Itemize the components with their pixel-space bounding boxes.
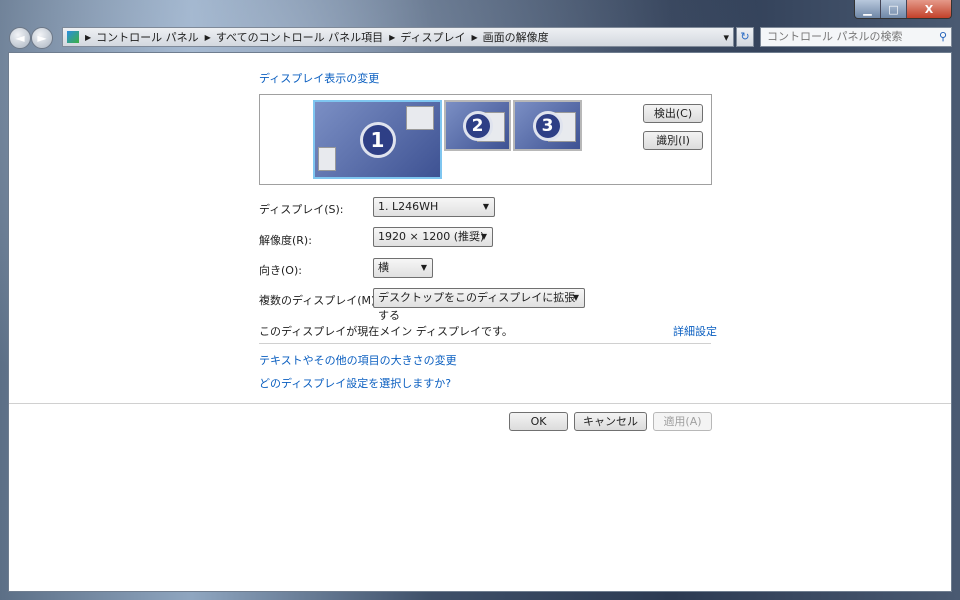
content-area: ディスプレイ表示の変更 1 2 3 検出(C) 識別(I) ディスプレイ(S):…	[8, 52, 952, 592]
monitor-window-thumb	[406, 106, 434, 130]
monitor-window-thumb	[318, 147, 336, 171]
breadcrumb-arrow-icon: ▶	[471, 32, 478, 42]
search-input[interactable]: コントロール パネルの検索 ⚲	[760, 27, 952, 47]
breadcrumb-label: ディスプレイ	[400, 31, 466, 44]
multiple-displays-select[interactable]: デスクトップをこのディスプレイに拡張する ▼	[373, 288, 585, 322]
chevron-down-icon: ▼	[420, 263, 427, 272]
address-dropdown-icon[interactable]: ▾	[723, 31, 729, 44]
status-text: このディスプレイが現在メイン ディスプレイです。	[259, 325, 513, 338]
orientation-label: 向き(O):	[259, 264, 302, 277]
resolution-select[interactable]: 1920 × 1200 (推奨) ▼	[373, 227, 493, 247]
control-panel-icon	[67, 31, 79, 43]
advanced-settings-link[interactable]: 詳細設定	[673, 323, 717, 339]
back-icon: ◄	[15, 31, 25, 45]
address-bar[interactable]: ▶ コントロール パネル ▶ すべてのコントロール パネル項目 ▶ ディスプレイ ▶ 画…	[62, 27, 734, 47]
breadcrumb-label: すべてのコントロール パネル項目	[215, 31, 384, 44]
resolution-value: 1920 × 1200 (推奨)	[378, 230, 485, 243]
orientation-select[interactable]: 横 ▼	[373, 258, 433, 278]
chevron-down-icon: ▼	[482, 202, 489, 211]
forward-icon: ►	[37, 31, 47, 45]
breadcrumb-label: 画面の解像度	[482, 31, 549, 44]
ok-button[interactable]: OK	[509, 412, 568, 431]
identify-button[interactable]: 識別(I)	[643, 131, 703, 150]
multiple-displays-value: デスクトップをこのディスプレイに拡張する	[378, 291, 576, 322]
display-label: ディスプレイ(S):	[259, 203, 344, 216]
breadcrumb-item[interactable]: ▶ すべてのコントロール パネル項目	[205, 29, 383, 45]
close-button[interactable]: X	[907, 0, 951, 18]
apply-button[interactable]: 適用(A)	[653, 412, 712, 431]
divider	[9, 403, 951, 404]
chevron-down-icon: ▼	[572, 293, 579, 302]
monitor-number: 3	[532, 110, 563, 141]
maximize-button[interactable]: □	[881, 0, 907, 18]
monitor-2[interactable]: 2	[444, 100, 511, 151]
breadcrumb-arrow-icon: ▶	[389, 32, 396, 42]
monitor-3[interactable]: 3	[513, 100, 582, 151]
minimize-button[interactable]: ▁	[855, 0, 881, 18]
display-select[interactable]: 1. L246WH ▼	[373, 197, 495, 217]
breadcrumb-label: コントロール パネル	[96, 31, 199, 44]
breadcrumb-item[interactable]: ▶ ディスプレイ	[389, 29, 465, 45]
cancel-button[interactable]: キャンセル	[574, 412, 647, 431]
refresh-button[interactable]: ↻	[736, 27, 754, 47]
search-icon[interactable]: ⚲	[939, 28, 947, 46]
divider	[259, 343, 711, 344]
detect-button[interactable]: 検出(C)	[643, 104, 703, 123]
back-button[interactable]: ◄	[9, 27, 31, 49]
breadcrumb-item[interactable]: ▶ 画面の解像度	[472, 29, 549, 45]
display-settings-help-link[interactable]: どのディスプレイ設定を選択しますか?	[259, 375, 451, 391]
breadcrumb-arrow-icon: ▶	[85, 32, 92, 42]
monitor-1[interactable]: 1	[313, 100, 442, 179]
monitor-number: 1	[359, 121, 396, 158]
window-controls: ▁ □ X	[854, 0, 952, 19]
chevron-down-icon: ▼	[480, 232, 487, 241]
refresh-icon: ↻	[740, 30, 750, 43]
text-size-link[interactable]: テキストやその他の項目の大きさの変更	[259, 352, 457, 368]
page-title: ディスプレイ表示の変更	[259, 72, 380, 85]
breadcrumb-item[interactable]: ▶ コントロール パネル	[85, 29, 199, 45]
breadcrumb-arrow-icon: ▶	[204, 32, 211, 42]
multiple-displays-label: 複数のディスプレイ(M):	[259, 294, 380, 307]
orientation-value: 横	[378, 261, 389, 274]
resolution-label: 解像度(R):	[259, 234, 312, 247]
search-placeholder: コントロール パネルの検索	[767, 30, 903, 43]
monitor-number: 2	[462, 110, 493, 141]
monitor-arrangement: 1 2 3 検出(C) 識別(I)	[259, 94, 712, 185]
forward-button[interactable]: ►	[31, 27, 53, 49]
display-value: 1. L246WH	[378, 200, 439, 213]
